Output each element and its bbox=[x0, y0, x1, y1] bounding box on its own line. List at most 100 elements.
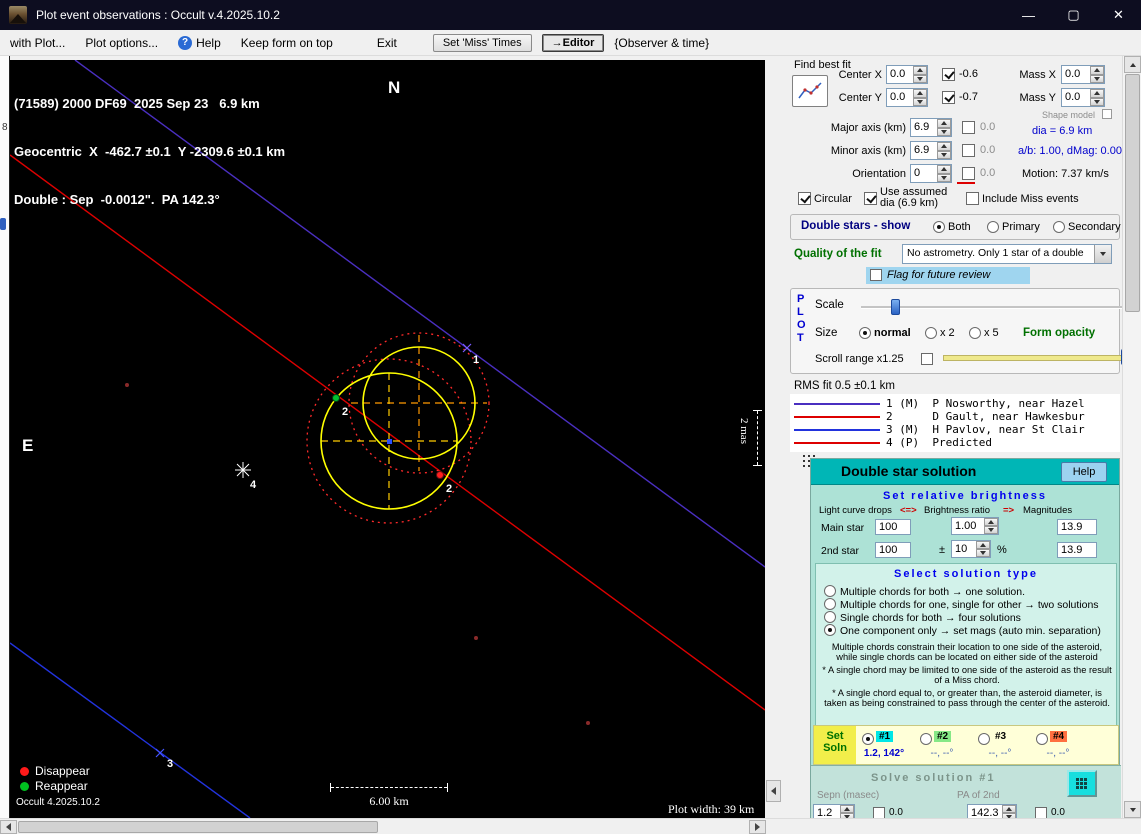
soln-1-radio[interactable] bbox=[862, 733, 874, 745]
size-x5-label: x 5 bbox=[984, 327, 999, 339]
east-label: E bbox=[22, 436, 33, 456]
scale-slider-track[interactable] bbox=[861, 306, 1122, 309]
minor-alt-checkbox[interactable] bbox=[962, 144, 975, 157]
pa-spinner[interactable]: 142.3 bbox=[967, 804, 1017, 818]
spin-up-button[interactable] bbox=[976, 541, 990, 549]
spin-down-button[interactable] bbox=[937, 174, 951, 183]
chord-4-swatch bbox=[794, 442, 880, 444]
menu-keep-on-top[interactable]: Keep form on top bbox=[231, 32, 343, 54]
show-secondary-radio[interactable] bbox=[1053, 221, 1065, 233]
circular-checkbox[interactable] bbox=[798, 192, 811, 205]
solution-type-4-radio[interactable] bbox=[824, 624, 836, 636]
mass-y-spinner[interactable]: 0.0 bbox=[1061, 88, 1105, 107]
use-assumed-checkbox[interactable] bbox=[864, 192, 877, 205]
app-window: { "colors": { "asteroid": "#ffff00", "pr… bbox=[0, 0, 1141, 834]
scroll-up-button[interactable] bbox=[1124, 56, 1141, 73]
include-miss-checkbox[interactable] bbox=[966, 192, 979, 205]
orientation-alt-checkbox[interactable] bbox=[962, 167, 975, 180]
spin-up-button[interactable] bbox=[937, 142, 951, 151]
spin-up-button[interactable] bbox=[1002, 805, 1016, 813]
editor-button[interactable]: →Editor bbox=[542, 34, 605, 52]
size-x5-radio[interactable] bbox=[969, 327, 981, 339]
scale-slider-thumb[interactable] bbox=[891, 299, 900, 315]
horizontal-scroll-thumb[interactable] bbox=[18, 821, 378, 833]
spin-down-button[interactable] bbox=[937, 128, 951, 137]
vertical-scrollbar[interactable] bbox=[1122, 56, 1141, 818]
spin-up-button[interactable] bbox=[1090, 66, 1104, 75]
horizontal-scrollbar[interactable] bbox=[0, 818, 1141, 834]
combo-arrow-icon[interactable] bbox=[1094, 245, 1111, 263]
menu-help[interactable]: Help bbox=[192, 32, 231, 54]
solution-note-1: Multiple chords constrain their location… bbox=[822, 642, 1112, 662]
size-x2-label: x 2 bbox=[940, 327, 955, 339]
spin-down-button[interactable] bbox=[913, 98, 927, 107]
spin-up-button[interactable] bbox=[937, 165, 951, 174]
spin-up-button[interactable] bbox=[984, 518, 998, 526]
solution-help-button[interactable]: Help bbox=[1061, 462, 1107, 482]
set-miss-times-button[interactable]: Set 'Miss' Times bbox=[433, 34, 532, 52]
pa-fix-checkbox[interactable] bbox=[1035, 807, 1047, 818]
solution-type-2-radio[interactable] bbox=[824, 598, 836, 610]
center-x-spinner[interactable]: 0.0 bbox=[886, 65, 928, 84]
size-normal-radio[interactable] bbox=[859, 327, 871, 339]
flag-review-checkbox[interactable] bbox=[870, 269, 882, 281]
close-button[interactable]: ✕ bbox=[1096, 0, 1141, 30]
scroll-right-button[interactable] bbox=[749, 820, 766, 834]
scroll-range-checkbox[interactable] bbox=[921, 353, 933, 365]
menu-plot-options[interactable]: Plot options... bbox=[75, 32, 168, 54]
scroll-down-button[interactable] bbox=[1124, 801, 1141, 818]
solve-button[interactable] bbox=[1067, 770, 1097, 797]
offset-y-checkbox[interactable] bbox=[942, 91, 955, 104]
offset-x-checkbox[interactable] bbox=[942, 68, 955, 81]
shape-model-checkbox[interactable] bbox=[1102, 109, 1112, 119]
vertical-scroll-thumb[interactable] bbox=[1125, 74, 1140, 312]
find-best-fit-button[interactable] bbox=[792, 75, 828, 107]
opacity-slider-track[interactable] bbox=[943, 355, 1122, 361]
select-solution-type-header: Select solution type bbox=[816, 568, 1116, 580]
maximize-button[interactable]: ▢ bbox=[1051, 0, 1096, 30]
brightness-ratio-spinner[interactable]: 1.00 bbox=[951, 517, 999, 535]
solution-type-1-radio[interactable] bbox=[824, 585, 836, 597]
spin-down-button[interactable] bbox=[1090, 75, 1104, 84]
sepn-fix-checkbox[interactable] bbox=[873, 807, 885, 818]
size-x2-radio[interactable] bbox=[925, 327, 937, 339]
soln-4-tag: #4 bbox=[1050, 731, 1067, 742]
main-star-drop-field[interactable]: 100 bbox=[875, 519, 911, 535]
spin-down-button[interactable] bbox=[1090, 98, 1104, 107]
quality-combobox[interactable]: No astrometry. Only 1 star of a double bbox=[902, 244, 1112, 264]
spin-down-button[interactable] bbox=[913, 75, 927, 84]
second-star-drop-field[interactable]: 100 bbox=[875, 542, 911, 558]
menu-exit[interactable]: Exit bbox=[367, 32, 407, 54]
mass-x-spinner[interactable]: 0.0 bbox=[1061, 65, 1105, 84]
spin-down-button[interactable] bbox=[984, 526, 998, 534]
spin-up-button[interactable] bbox=[913, 66, 927, 75]
orientation-spinner[interactable]: 0 bbox=[910, 164, 952, 183]
minor-axis-spinner[interactable]: 6.9 bbox=[910, 141, 952, 160]
solution-type-3-radio[interactable] bbox=[824, 611, 836, 623]
soln-2-radio[interactable] bbox=[920, 733, 932, 745]
orientation-alt-value: 0.0 bbox=[980, 167, 995, 179]
minimize-button[interactable]: — bbox=[1006, 0, 1051, 30]
show-primary-radio[interactable] bbox=[987, 221, 999, 233]
spin-up-button[interactable] bbox=[937, 119, 951, 128]
spin-up-button[interactable] bbox=[840, 805, 854, 813]
show-both-radio[interactable] bbox=[933, 221, 945, 233]
scroll-left-button[interactable] bbox=[0, 820, 17, 834]
spin-up-button[interactable] bbox=[1090, 89, 1104, 98]
chord-4-text: 4 (P) Predicted bbox=[886, 436, 992, 449]
plot-header-line2: Geocentric X -462.7 ±0.1 Y -2309.6 ±0.1 … bbox=[14, 144, 285, 160]
major-axis-spinner[interactable]: 6.9 bbox=[910, 118, 952, 137]
set-soln-bar: Set Soln #1 1.2, 142° #2 --, --° #3 --, … bbox=[813, 725, 1119, 765]
menu-with-plot[interactable]: with Plot... bbox=[0, 32, 75, 54]
spin-up-button[interactable] bbox=[913, 89, 927, 98]
major-alt-checkbox[interactable] bbox=[962, 121, 975, 134]
sepn-spinner[interactable]: 1.2 bbox=[813, 804, 855, 818]
soln-3-radio[interactable] bbox=[978, 733, 990, 745]
soln-4-radio[interactable] bbox=[1036, 733, 1048, 745]
center-y-spinner[interactable]: 0.0 bbox=[886, 88, 928, 107]
percent-spinner[interactable]: 10 bbox=[951, 540, 991, 558]
plot-canvas[interactable]: 2 2 1 3 4 (71589) 2000 DF69 2025 Sep 23 … bbox=[10, 60, 765, 818]
panel-scroll-left-button[interactable] bbox=[766, 780, 781, 802]
spin-down-button[interactable] bbox=[937, 151, 951, 160]
spin-down-button[interactable] bbox=[976, 549, 990, 557]
